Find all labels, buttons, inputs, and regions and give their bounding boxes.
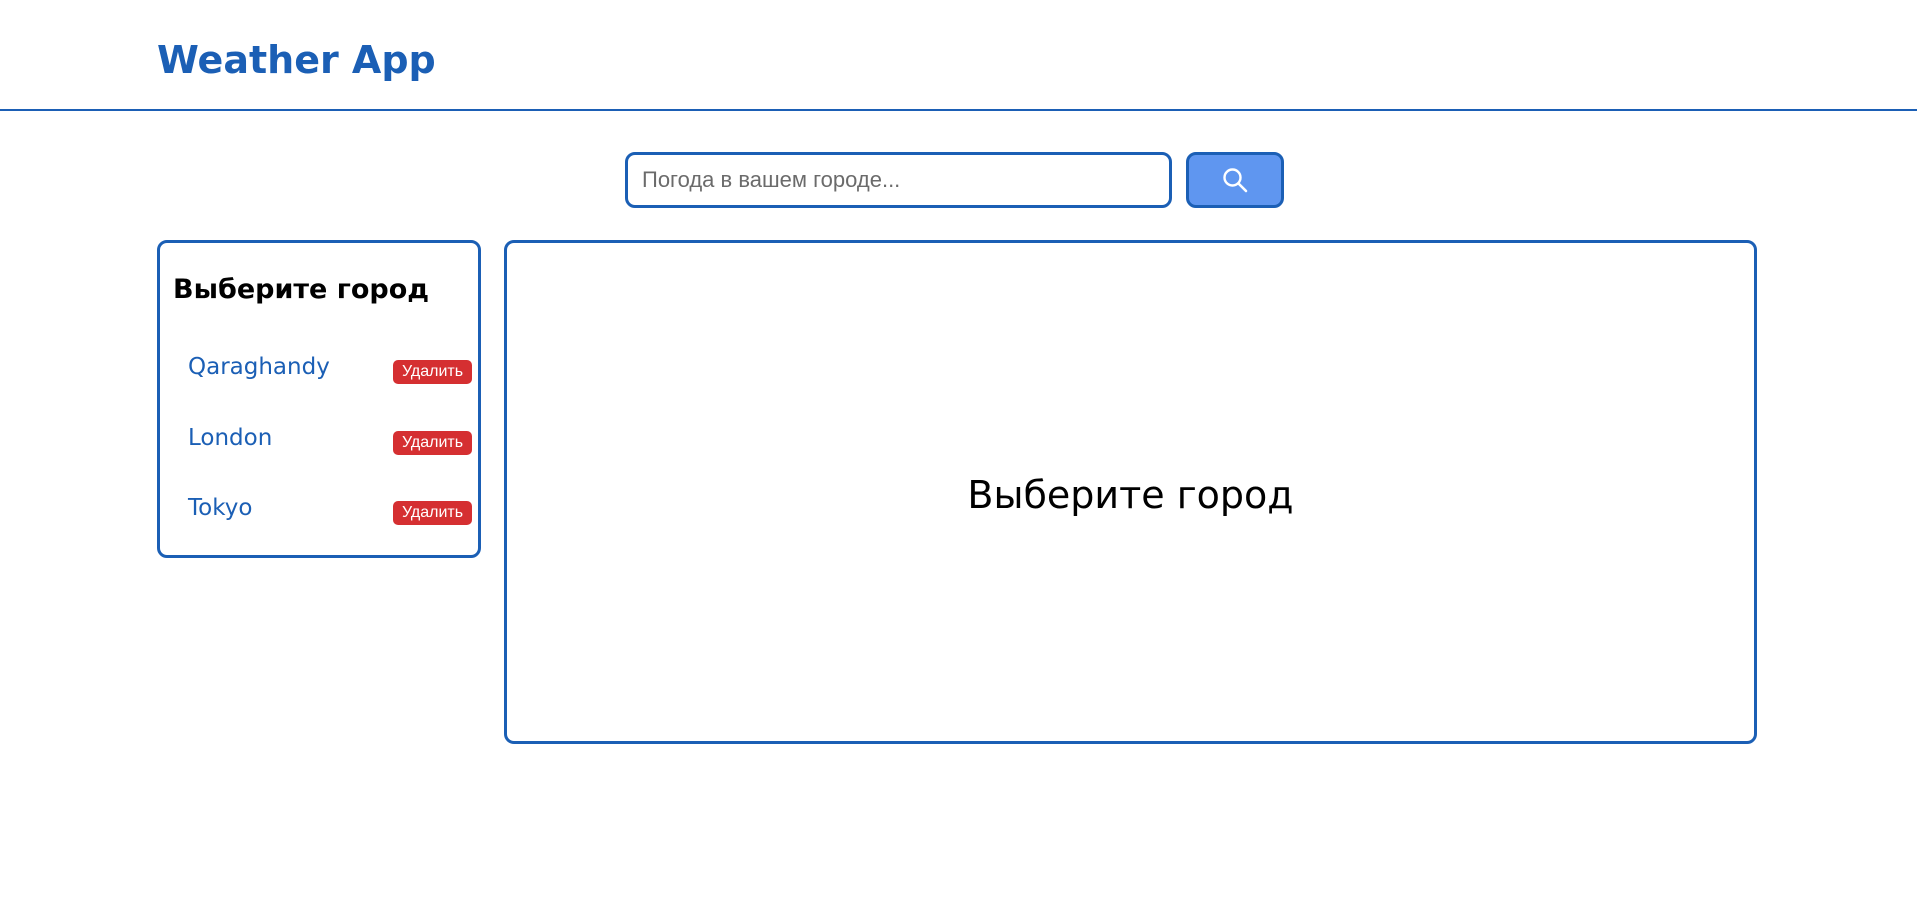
city-list-panel: Выберите город Qaraghandy Удалить London… — [157, 240, 481, 558]
search-input[interactable] — [625, 152, 1172, 208]
city-link-qaraghandy[interactable]: Qaraghandy — [188, 352, 330, 382]
delete-city-button[interactable]: Удалить — [393, 501, 472, 525]
city-link-tokyo[interactable]: Tokyo — [188, 493, 252, 523]
city-link-london[interactable]: London — [188, 423, 272, 453]
search-button[interactable] — [1186, 152, 1284, 208]
app-header: Weather App — [0, 0, 1917, 111]
city-list-title: Выберите город — [173, 274, 430, 305]
weather-display-panel: Выберите город — [504, 240, 1757, 744]
city-list-item: Qaraghandy Удалить — [160, 348, 478, 388]
delete-city-button[interactable]: Удалить — [393, 431, 472, 455]
app-title: Weather App — [157, 38, 436, 82]
city-list-item: Tokyo Удалить — [160, 489, 478, 529]
empty-state-message: Выберите город — [967, 473, 1294, 517]
search-icon — [1223, 168, 1248, 193]
delete-city-button[interactable]: Удалить — [393, 360, 472, 384]
city-list-item: London Удалить — [160, 419, 478, 459]
